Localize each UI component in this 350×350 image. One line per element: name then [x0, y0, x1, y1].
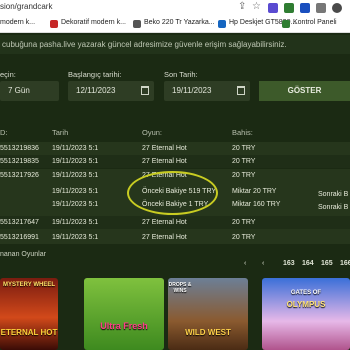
- cell-game: 27 Eternal Hot: [142, 234, 187, 241]
- bookmark-item[interactable]: Dekoratif modern k...: [61, 19, 126, 26]
- page-number[interactable]: 165: [321, 260, 333, 267]
- cell-id: 5513217647: [0, 219, 39, 226]
- cell-id: 5513219836: [0, 145, 39, 152]
- cell-id: 5513216991: [0, 234, 39, 241]
- detail-next-balance: Sonraki B: [318, 204, 349, 211]
- extension-icon[interactable]: [268, 3, 278, 13]
- bookmark-favicon-icon: [50, 20, 58, 28]
- game-title: ETERNAL HOT: [0, 328, 58, 337]
- page-number[interactable]: 166: [340, 260, 350, 267]
- page-content: cubuğuna pasha.live yazarak güncel adres…: [0, 33, 350, 350]
- puzzle-icon[interactable]: [316, 3, 326, 13]
- game-subtitle: DROPS & WINS: [168, 282, 192, 294]
- game-thumbnail[interactable]: Ultra Fresh: [84, 278, 164, 350]
- bookmark-star-icon[interactable]: ☆: [252, 1, 261, 12]
- start-date-input[interactable]: 12/11/2023: [68, 81, 154, 101]
- share-icon[interactable]: ⇪: [238, 1, 246, 12]
- period-label: eçin:: [0, 70, 16, 79]
- table-header: D: Tarih Oyun: Bahis:: [0, 125, 350, 139]
- show-button[interactable]: GÖSTER: [259, 81, 350, 101]
- bookmarks-bar: modern k... Dekoratif modern k... Beko 2…: [0, 16, 350, 33]
- cell-bet: 20 TRY: [232, 219, 256, 226]
- bookmark-favicon-icon: [282, 20, 290, 28]
- detail-amount: Miktar 20 TRY: [232, 188, 277, 195]
- detail-date: 19/11/2023 5:1: [52, 188, 99, 195]
- cell-game: 27 Eternal Hot: [142, 219, 187, 226]
- detail-amount: Miktar 160 TRY: [232, 201, 281, 208]
- game-title: WILD WEST: [185, 328, 231, 337]
- cell-bet: 20 TRY: [232, 172, 256, 179]
- cell-date: 19/11/2023 5:1: [52, 172, 99, 179]
- game-subtitle: MYSTERY WHEEL: [2, 282, 55, 288]
- start-date-value: 12/11/2023: [76, 86, 116, 95]
- cell-game: 27 Eternal Hot: [142, 158, 187, 165]
- cell-date: 19/11/2023 5:1: [52, 158, 99, 165]
- extension-icon[interactable]: [284, 3, 294, 13]
- prev-page-arrow-icon[interactable]: ‹: [262, 260, 264, 267]
- shield-icon[interactable]: [300, 3, 310, 13]
- table-row[interactable]: 5513217647 19/11/2023 5:1 27 Eternal Hot…: [0, 216, 350, 229]
- section-title: nanan Oyunlar: [0, 251, 46, 258]
- highlight-circle: [127, 171, 218, 215]
- bookmark-favicon-icon: [133, 20, 141, 28]
- game-title: Ultra Fresh: [100, 321, 148, 331]
- end-date-label: Son Tarih:: [164, 70, 198, 79]
- period-value: 7 Gün: [8, 86, 30, 95]
- table-row[interactable]: 5513219836 19/11/2023 5:1 27 Eternal Hot…: [0, 142, 350, 155]
- table-row[interactable]: 5513216991 19/11/2023 5:1 27 Eternal Hot…: [0, 231, 350, 244]
- header-bet: Bahis:: [232, 128, 253, 137]
- url-text[interactable]: sion/grandcark: [0, 2, 52, 11]
- avatar[interactable]: [332, 3, 342, 13]
- cell-game: 27 Eternal Hot: [142, 145, 187, 152]
- calendar-icon[interactable]: [141, 86, 149, 95]
- cell-date: 19/11/2023 5:1: [52, 145, 99, 152]
- game-thumbnail[interactable]: MYSTERY WHEEL ETERNAL HOT: [0, 278, 58, 350]
- end-date-value: 19/11/2023: [172, 86, 212, 95]
- detail-next-balance: Sonraki B: [318, 191, 349, 198]
- cell-bet: 20 TRY: [232, 158, 256, 165]
- calendar-icon[interactable]: [237, 86, 245, 95]
- table-row[interactable]: 5513219835 19/11/2023 5:1 27 Eternal Hot…: [0, 155, 350, 168]
- game-subtitle: GATES OF: [290, 290, 322, 296]
- game-thumbnail[interactable]: GATES OF OLYMPUS: [262, 278, 350, 350]
- notice-banner: cubuğuna pasha.live yazarak güncel adres…: [0, 35, 350, 54]
- period-select[interactable]: 7 Gün: [0, 81, 59, 101]
- game-thumbnail[interactable]: DROPS & WINS WILD WEST: [168, 278, 248, 350]
- cell-bet: 20 TRY: [232, 234, 256, 241]
- cell-id: 5513217926: [0, 172, 39, 179]
- page-number[interactable]: 164: [302, 260, 314, 267]
- game-title: OLYMPUS: [286, 300, 326, 309]
- cell-date: 19/11/2023 5:1: [52, 219, 99, 226]
- header-game: Oyun:: [142, 128, 163, 137]
- bookmark-item[interactable]: Beko 220 Tr Yazarka...: [144, 19, 215, 26]
- bookmark-favicon-icon: [218, 20, 226, 28]
- browser-address-bar[interactable]: sion/grandcark ⇪ ☆: [0, 0, 350, 16]
- end-date-input[interactable]: 19/11/2023: [164, 81, 250, 101]
- prev-page-arrow-icon[interactable]: ‹: [244, 260, 246, 267]
- header-id: D:: [0, 128, 8, 137]
- detail-date: 19/11/2023 5:1: [52, 201, 99, 208]
- bookmark-item[interactable]: Kontrol Paneli: [293, 19, 337, 26]
- bookmark-item[interactable]: modern k...: [0, 19, 35, 26]
- cell-bet: 20 TRY: [232, 145, 256, 152]
- cell-id: 5513219835: [0, 158, 39, 165]
- cell-date: 19/11/2023 5:1: [52, 234, 99, 241]
- start-date-label: Başlangıç tarihi:: [68, 70, 122, 79]
- page-number[interactable]: 163: [283, 260, 295, 267]
- header-date: Tarih: [52, 128, 69, 137]
